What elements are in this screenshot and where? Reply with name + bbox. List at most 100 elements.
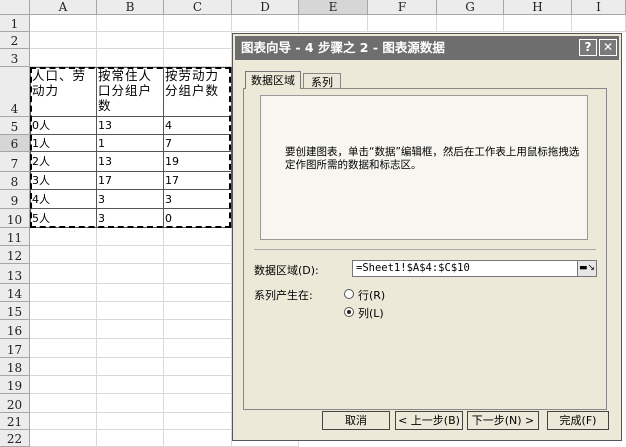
cell[interactable] [97, 228, 164, 246]
column-header-i[interactable]: I [572, 0, 626, 15]
data-range-input[interactable]: =Sheet1!$A$4:$C$10 [352, 260, 586, 277]
row-header-2[interactable]: 2 [0, 32, 30, 49]
row-header-17[interactable]: 17 [0, 339, 30, 358]
cell[interactable] [30, 264, 97, 284]
cell[interactable] [437, 15, 504, 32]
tab-series[interactable]: 系列 [303, 73, 341, 89]
table-data-cell[interactable]: 7 [164, 135, 232, 152]
row-header-6[interactable]: 6 [0, 135, 30, 152]
next-button[interactable]: 下一步(N) > [467, 411, 539, 430]
cell[interactable] [164, 376, 232, 394]
row-header-4[interactable]: 4 [0, 67, 30, 117]
cell[interactable] [30, 358, 97, 376]
column-header-f[interactable]: F [368, 0, 437, 15]
radio-columns[interactable] [344, 307, 354, 317]
table-data-cell[interactable]: 1人 [30, 135, 97, 152]
cell[interactable] [30, 320, 97, 339]
cell[interactable] [164, 284, 232, 302]
table-data-cell[interactable]: 4 [164, 117, 232, 135]
table-header-cell[interactable]: 人口、劳动力 [30, 67, 97, 117]
dialog-title-bar[interactable]: 图表向导 - 4 步骤之 2 - 图表源数据 ? ✕ [235, 36, 619, 60]
table-data-cell[interactable]: 3 [164, 190, 232, 209]
row-header-16[interactable]: 16 [0, 320, 30, 339]
cell[interactable] [30, 394, 97, 413]
cell[interactable] [97, 320, 164, 339]
cell[interactable] [164, 49, 232, 67]
cell[interactable] [504, 15, 572, 32]
cell[interactable] [299, 15, 368, 32]
row-header-14[interactable]: 14 [0, 284, 30, 302]
cell[interactable] [164, 32, 232, 49]
cell[interactable] [30, 15, 97, 32]
cell[interactable] [164, 15, 232, 32]
table-data-cell[interactable]: 5人 [30, 209, 97, 228]
row-header-22[interactable]: 22 [0, 430, 30, 447]
cell[interactable] [164, 228, 232, 246]
table-data-cell[interactable]: 2人 [30, 152, 97, 172]
column-header-h[interactable]: H [504, 0, 572, 15]
cell[interactable] [97, 49, 164, 67]
column-header-a[interactable]: A [30, 0, 97, 15]
table-data-cell[interactable]: 3 [97, 190, 164, 209]
table-data-cell[interactable]: 3 [97, 209, 164, 228]
cell[interactable] [97, 284, 164, 302]
back-button[interactable]: < 上一步(B) [395, 411, 463, 430]
cell[interactable] [164, 413, 232, 430]
row-header-1[interactable]: 1 [0, 15, 30, 32]
cell[interactable] [30, 32, 97, 49]
row-header-7[interactable]: 7 [0, 152, 30, 172]
table-header-cell[interactable]: 按常住人口分组户数 [97, 67, 164, 117]
cell[interactable] [164, 358, 232, 376]
table-data-cell[interactable]: 3人 [30, 172, 97, 190]
row-header-15[interactable]: 15 [0, 302, 30, 320]
cell[interactable] [97, 430, 164, 447]
table-data-cell[interactable]: 1 [97, 135, 164, 152]
table-data-cell[interactable]: 4人 [30, 190, 97, 209]
collapse-dialog-button[interactable]: ▬↘ [577, 260, 597, 277]
cell[interactable] [164, 246, 232, 264]
row-header-9[interactable]: 9 [0, 190, 30, 209]
cell[interactable] [164, 339, 232, 358]
cell[interactable] [30, 413, 97, 430]
cell[interactable] [97, 246, 164, 264]
cell[interactable] [30, 339, 97, 358]
cell[interactable] [30, 302, 97, 320]
row-header-12[interactable]: 12 [0, 246, 30, 264]
cell[interactable] [164, 394, 232, 413]
cell[interactable] [97, 32, 164, 49]
cell[interactable] [97, 413, 164, 430]
cell[interactable] [30, 228, 97, 246]
column-header-c[interactable]: C [164, 0, 232, 15]
cell[interactable] [30, 246, 97, 264]
row-header-10[interactable]: 10 [0, 209, 30, 228]
row-header-21[interactable]: 21 [0, 413, 30, 430]
cell[interactable] [30, 49, 97, 67]
row-header-18[interactable]: 18 [0, 358, 30, 376]
table-data-cell[interactable]: 0人 [30, 117, 97, 135]
column-header-b[interactable]: B [97, 0, 164, 15]
table-data-cell[interactable]: 19 [164, 152, 232, 172]
row-header-5[interactable]: 5 [0, 117, 30, 135]
select-all-corner[interactable] [0, 0, 30, 15]
cancel-button[interactable]: 取消 [322, 411, 390, 430]
cell[interactable] [572, 15, 626, 32]
table-data-cell[interactable]: 17 [97, 172, 164, 190]
cell[interactable] [97, 376, 164, 394]
cell[interactable] [232, 15, 299, 32]
row-header-19[interactable]: 19 [0, 376, 30, 394]
cell[interactable] [30, 284, 97, 302]
column-header-g[interactable]: G [437, 0, 504, 15]
cell[interactable] [164, 320, 232, 339]
table-data-cell[interactable]: 13 [97, 152, 164, 172]
cell[interactable] [97, 394, 164, 413]
column-header-e[interactable]: E [299, 0, 368, 15]
help-button[interactable]: ? [579, 39, 597, 56]
finish-button[interactable]: 完成(F) [547, 411, 609, 430]
table-header-cell[interactable]: 按劳动力分组户数 [164, 67, 232, 117]
cell[interactable] [97, 302, 164, 320]
cell[interactable] [97, 15, 164, 32]
row-header-3[interactable]: 3 [0, 49, 30, 67]
row-header-20[interactable]: 20 [0, 394, 30, 413]
row-header-11[interactable]: 11 [0, 228, 30, 246]
cell[interactable] [30, 430, 97, 447]
